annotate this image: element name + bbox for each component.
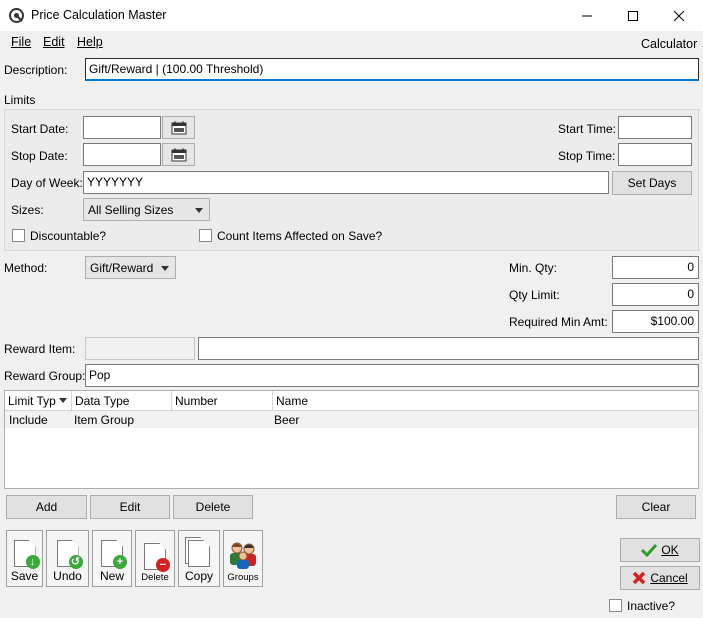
maximize-icon	[628, 10, 638, 21]
reward-item-code-field	[85, 337, 195, 360]
method-label: Method:	[4, 261, 48, 275]
reward-item-name-field[interactable]	[198, 337, 699, 360]
save-button[interactable]: ↓ Save	[6, 530, 43, 587]
chevron-down-icon	[161, 266, 169, 271]
new-icon: +	[101, 540, 127, 569]
window-title: Price Calculation Master	[31, 8, 167, 22]
groups-icon	[230, 542, 256, 569]
start-date-picker-button[interactable]	[162, 116, 195, 139]
cell-limit-type: Include	[9, 413, 48, 427]
checkmark-icon	[641, 543, 658, 557]
undo-icon: ↺	[56, 540, 83, 569]
calendar-icon	[171, 148, 186, 161]
column-header-data-type[interactable]: Data Type	[72, 391, 172, 411]
maximize-button[interactable]	[610, 0, 656, 31]
required-min-amt-field[interactable]: $100.00	[612, 310, 699, 333]
sizes-dropdown[interactable]: All Selling Sizes	[83, 198, 210, 221]
delete-row-button[interactable]: Delete	[173, 495, 253, 519]
day-of-week-field[interactable]: YYYYYYY	[83, 171, 609, 194]
required-min-amt-label: Required Min Amt:	[509, 315, 608, 329]
min-qty-label: Min. Qty:	[509, 261, 558, 275]
add-button[interactable]: Add	[6, 495, 87, 519]
cell-name: Beer	[274, 413, 300, 427]
method-dropdown[interactable]: Gift/Reward	[85, 256, 176, 279]
delete-button[interactable]: − Delete	[135, 530, 175, 587]
description-label: Description:	[4, 63, 68, 77]
undo-button[interactable]: ↺ Undo	[46, 530, 89, 587]
table-row[interactable]: Include Item Group Beer	[5, 411, 698, 428]
menu-bar	[0, 31, 703, 54]
day-of-week-label: Day of Week:	[11, 176, 83, 190]
description-field[interactable]: Gift/Reward | (100.00 Threshold)	[85, 58, 699, 81]
new-button[interactable]: + New	[92, 530, 132, 587]
stop-date-picker-button[interactable]	[162, 143, 195, 166]
column-header-limit-type[interactable]: Limit Typ	[5, 391, 72, 411]
inactive-label: Inactive?	[627, 599, 676, 613]
menu-help[interactable]: Help	[77, 35, 103, 49]
column-header-name[interactable]: Name	[273, 391, 698, 411]
start-date-field[interactable]	[83, 116, 161, 139]
start-date-label: Start Date:	[11, 122, 69, 136]
calendar-icon	[171, 121, 186, 134]
qty-limit-field[interactable]: 0	[612, 283, 699, 306]
minimize-icon	[582, 15, 592, 16]
cancel-x-icon	[633, 571, 646, 585]
count-items-checkbox[interactable]	[199, 229, 212, 242]
sizes-label: Sizes:	[11, 203, 44, 217]
edit-button[interactable]: Edit	[90, 495, 170, 519]
start-time-field[interactable]	[618, 116, 692, 139]
ok-button[interactable]: OK	[620, 538, 700, 562]
grid-header: Limit Typ Data Type Number Name	[5, 391, 698, 411]
copy-icon	[185, 537, 210, 567]
clear-button[interactable]: Clear	[616, 495, 696, 519]
discountable-checkbox[interactable]	[12, 229, 25, 242]
menu-edit[interactable]: Edit	[43, 35, 65, 49]
stop-date-label: Stop Date:	[11, 149, 68, 163]
delete-icon: −	[144, 543, 170, 572]
close-icon	[673, 10, 685, 21]
copy-button[interactable]: Copy	[178, 530, 220, 587]
set-days-button[interactable]: Set Days	[612, 171, 692, 195]
app-logo-icon	[9, 8, 24, 23]
limits-label: Limits	[4, 93, 36, 107]
stop-time-label: Stop Time:	[558, 149, 616, 163]
stop-date-field[interactable]	[83, 143, 161, 166]
cancel-button[interactable]: Cancel	[620, 566, 700, 590]
close-button[interactable]	[656, 0, 702, 31]
reward-item-label: Reward Item:	[4, 342, 76, 356]
chevron-down-icon	[195, 208, 203, 213]
reward-group-label: Reward Group:	[4, 369, 86, 383]
sort-arrow-icon	[59, 398, 67, 403]
inactive-checkbox[interactable]	[609, 599, 622, 612]
stop-time-field[interactable]	[618, 143, 692, 166]
method-value: Gift/Reward	[90, 261, 154, 275]
menu-file[interactable]: File	[11, 35, 31, 49]
menu-calculator[interactable]: Calculator	[641, 37, 697, 51]
save-icon: ↓	[13, 540, 40, 569]
start-time-label: Start Time:	[558, 122, 617, 136]
sizes-value: All Selling Sizes	[88, 203, 174, 217]
cell-data-type: Item Group	[74, 413, 135, 427]
min-qty-field[interactable]: 0	[612, 256, 699, 279]
minimize-button[interactable]	[564, 0, 610, 31]
discountable-label: Discountable?	[30, 229, 107, 243]
count-items-label: Count Items Affected on Save?	[217, 229, 383, 243]
column-header-number[interactable]: Number	[172, 391, 273, 411]
groups-button[interactable]: Groups	[223, 530, 263, 587]
limits-grid[interactable]: Limit Typ Data Type Number Name Include …	[4, 390, 699, 489]
reward-group-field[interactable]: Pop	[85, 364, 699, 387]
qty-limit-label: Qty Limit:	[509, 288, 560, 302]
